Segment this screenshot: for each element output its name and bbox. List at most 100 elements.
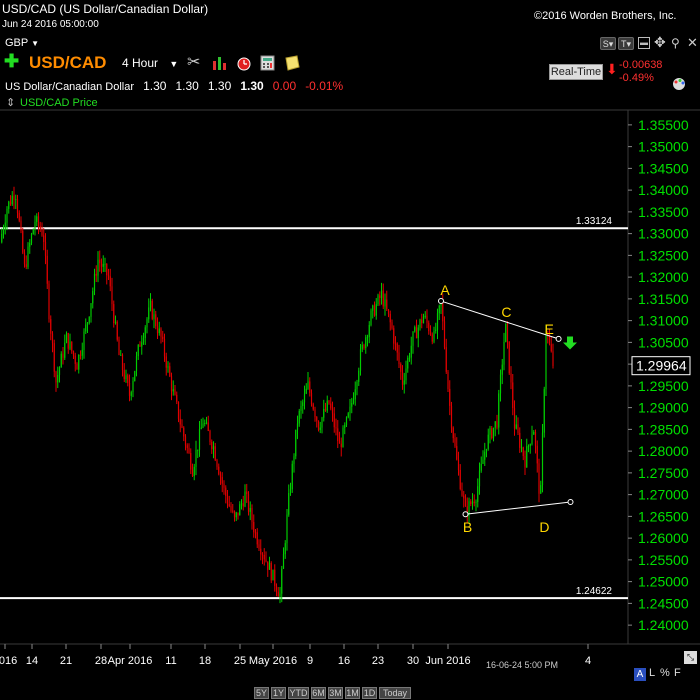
log-scale-button[interactable]: L	[649, 667, 655, 679]
candle-body	[132, 380, 134, 393]
candle-body	[545, 332, 547, 390]
range-button-1d[interactable]: 1D	[362, 687, 377, 699]
candle-body	[186, 445, 188, 448]
range-button-6m[interactable]: 6M	[311, 687, 326, 699]
candle-body	[408, 357, 411, 359]
x-tick-label: 21	[60, 655, 72, 667]
candle-body	[100, 263, 103, 267]
candle-body	[120, 354, 122, 356]
y-tick-label: 1.29000	[638, 400, 689, 416]
candle-body	[431, 334, 433, 342]
candle-body	[258, 544, 260, 549]
candle-body	[144, 327, 146, 338]
candle-body	[71, 341, 73, 352]
range-button-ytd[interactable]: YTD	[288, 687, 309, 699]
candle-body	[342, 427, 344, 448]
candle-body	[506, 323, 509, 342]
candle-body	[211, 441, 213, 450]
candle-body	[137, 344, 139, 357]
candle-body	[289, 489, 292, 494]
candle-body	[79, 354, 82, 356]
candle-body	[517, 424, 519, 433]
candle-body	[29, 242, 31, 247]
candle-body	[527, 445, 530, 447]
candle-body	[471, 501, 474, 504]
candle-body	[359, 349, 362, 371]
range-button-1m[interactable]: 1M	[345, 687, 360, 699]
candle-body	[307, 381, 309, 389]
candle-body	[522, 447, 524, 457]
candle-body	[470, 501, 472, 504]
candle-body	[242, 503, 244, 507]
candle-body	[177, 401, 180, 419]
horizontal-line-label: 1.24622	[576, 586, 613, 597]
price-chart[interactable]: 1.35500 1.35000 1.34500 1.34000 1.33500 1.330…	[0, 0, 700, 700]
candle-body	[233, 511, 236, 518]
candle-body	[543, 389, 545, 433]
candle-body	[368, 324, 370, 337]
candle-body	[515, 424, 517, 429]
range-button-5y[interactable]: 5Y	[254, 687, 269, 699]
candle-body	[275, 585, 278, 592]
candle-body	[382, 290, 384, 307]
fit-button[interactable]: F	[674, 667, 681, 679]
candle-body	[146, 319, 148, 328]
down-arrow-icon	[563, 336, 577, 350]
candle-body	[41, 229, 43, 236]
range-button-1y[interactable]: 1Y	[271, 687, 286, 699]
candle-body	[48, 283, 50, 320]
candle-body	[93, 273, 96, 292]
candle-body	[438, 305, 440, 314]
candle-body	[18, 212, 20, 221]
candle-body	[191, 469, 194, 477]
candle-body	[464, 498, 467, 507]
y-tick-label: 1.27500	[638, 465, 689, 481]
candle-body	[249, 508, 251, 512]
candle-body	[1, 233, 3, 243]
candle-body	[228, 504, 230, 507]
candle-body	[169, 366, 171, 377]
auto-scale-button[interactable]: A	[634, 668, 646, 681]
candle-body	[37, 216, 40, 227]
candle-body	[286, 514, 288, 544]
candle-body	[328, 400, 330, 404]
candle-body	[480, 463, 482, 471]
candle-body	[324, 408, 327, 411]
candle-body	[69, 341, 71, 349]
trendline	[465, 501, 571, 515]
candle-body	[435, 329, 437, 332]
candle-body	[207, 422, 209, 431]
percent-scale-button[interactable]: %	[660, 667, 670, 679]
candle-body	[190, 453, 192, 470]
wave-label: D	[539, 519, 549, 535]
candle-body	[548, 336, 551, 345]
candle-body	[461, 489, 463, 496]
range-button-3m[interactable]: 3M	[328, 687, 343, 699]
candle-body	[396, 343, 398, 353]
y-tick-label: 1.28000	[638, 443, 689, 459]
candle-body	[51, 333, 54, 344]
candle-body	[219, 474, 222, 478]
candle-body	[337, 428, 339, 442]
scroll-end-icon[interactable]: ⤡	[684, 651, 697, 664]
candle-body	[27, 246, 29, 267]
candle-body	[11, 195, 13, 205]
candle-body	[417, 327, 419, 339]
candle-body	[295, 429, 297, 457]
y-tick-label: 1.28500	[638, 421, 689, 437]
candle-body	[130, 392, 132, 396]
candle-body	[8, 201, 10, 209]
candle-body	[134, 371, 136, 381]
candle-body	[32, 229, 34, 235]
candle-body	[505, 323, 507, 343]
candle-body	[326, 400, 328, 411]
candle-body	[116, 321, 118, 340]
candle-body	[167, 366, 169, 368]
candle-body	[443, 321, 446, 348]
candle-body	[223, 483, 225, 488]
candle-body	[303, 393, 306, 403]
candle-body	[316, 417, 318, 421]
range-button-today[interactable]: Today	[379, 687, 411, 699]
x-tick-label: 16	[338, 655, 350, 667]
candle-body	[398, 352, 400, 365]
